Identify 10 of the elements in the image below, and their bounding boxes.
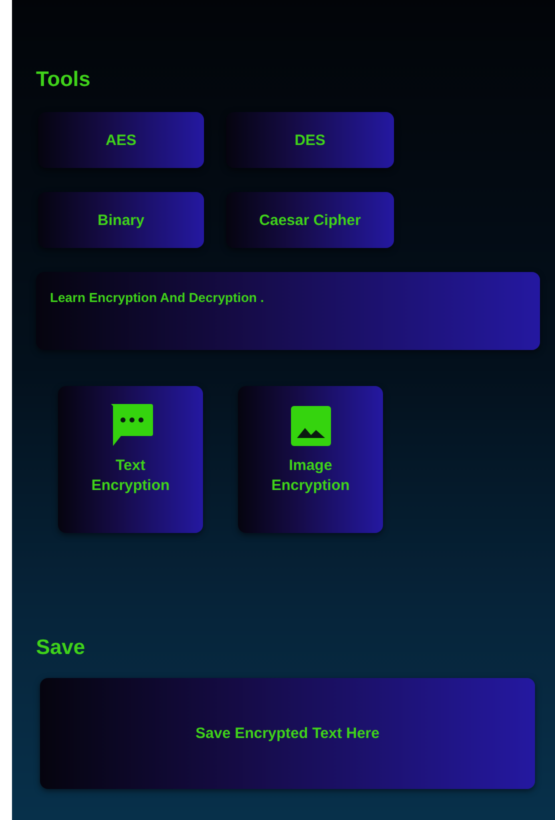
tool-button[interactable]: Caesar Cipher (226, 192, 394, 248)
tool-button[interactable]: AES (38, 112, 204, 168)
tool-button[interactable]: Binary (38, 192, 204, 248)
section-title: Tools (36, 67, 92, 92)
save-card[interactable]: Save Encrypted Text Here (40, 678, 535, 789)
tool-button[interactable]: DES (226, 112, 394, 168)
section-title: Save (36, 635, 86, 660)
tool-tile[interactable]: Text Encryption (58, 386, 203, 533)
info-banner: Learn Encryption And Decryption . (36, 272, 540, 350)
tool-tile[interactable]: Image Encryption (238, 386, 383, 533)
